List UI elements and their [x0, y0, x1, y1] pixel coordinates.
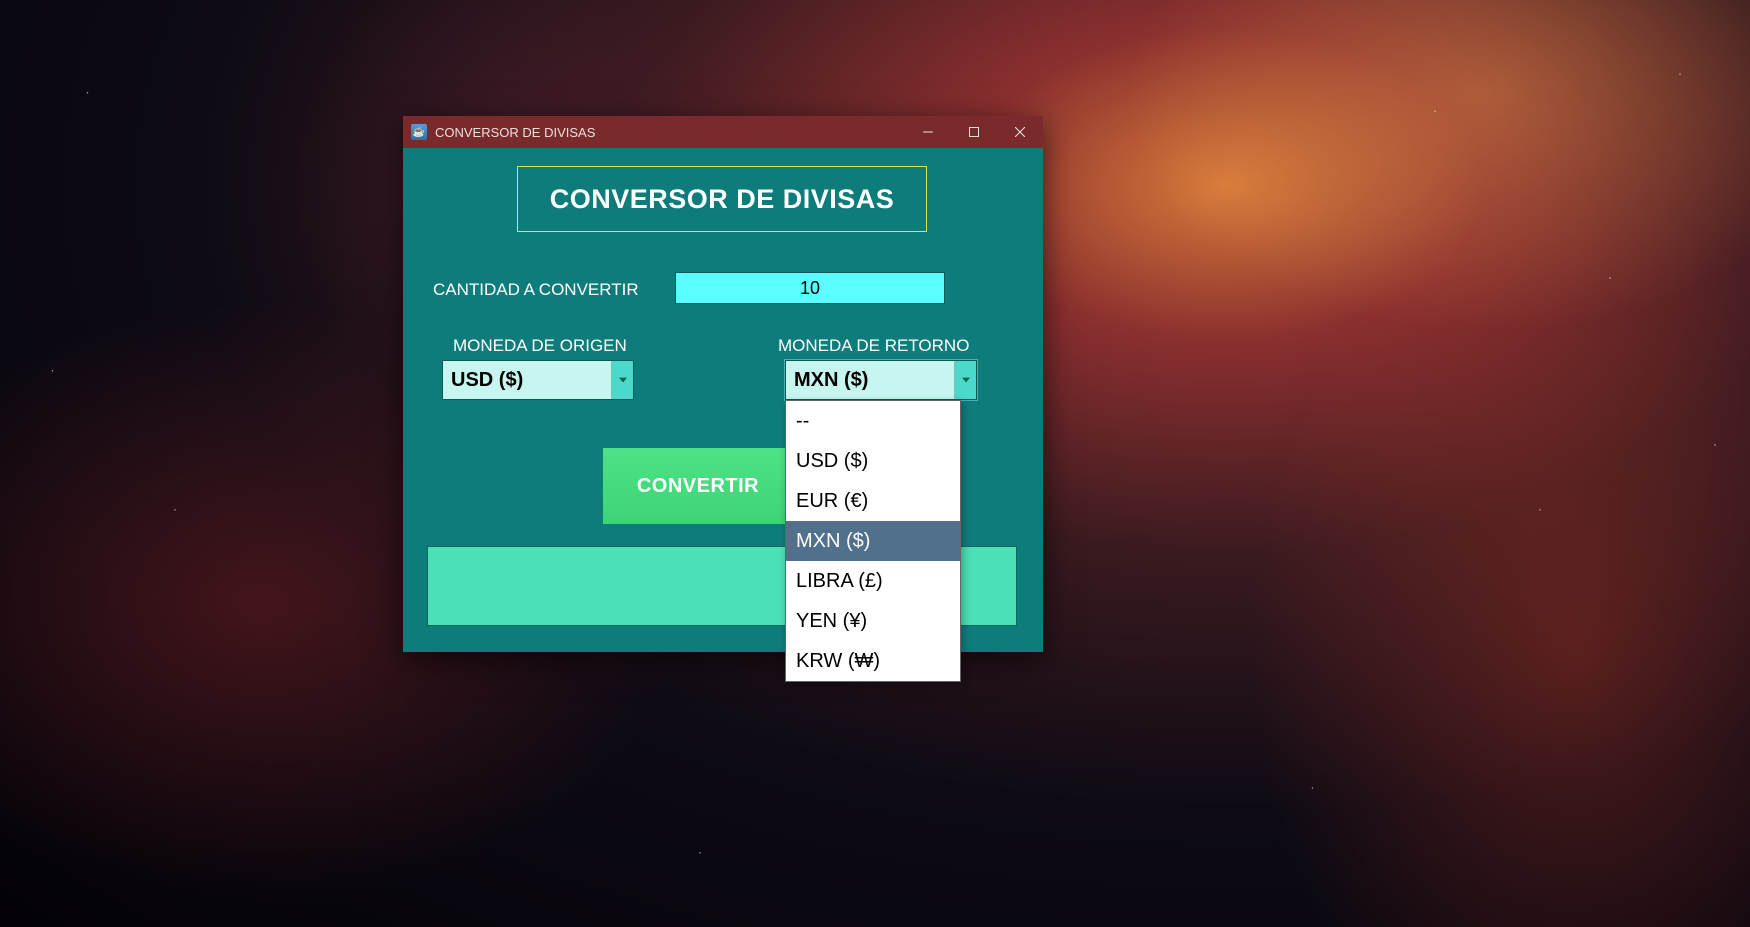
heading-box: CONVERSOR DE DIVISAS — [517, 166, 927, 232]
label-retorno: MONEDA DE RETORNO — [778, 336, 969, 356]
maximize-button[interactable] — [951, 116, 997, 148]
label-cantidad: CANTIDAD A CONVERTIR — [433, 280, 639, 300]
label-origen: MONEDA DE ORIGEN — [453, 336, 627, 356]
amount-input[interactable] — [675, 272, 945, 304]
dropdown-option[interactable]: YEN (¥) — [786, 601, 960, 641]
close-icon — [1015, 127, 1025, 137]
dropdown-option[interactable]: MXN ($) — [786, 521, 960, 561]
minimize-icon — [923, 127, 933, 137]
dropdown-option[interactable]: LIBRA (£) — [786, 561, 960, 601]
app-window: ☕ CONVERSOR DE DIVISAS CONVERSOR DE DIVI… — [403, 116, 1043, 652]
maximize-icon — [969, 127, 979, 137]
dropdown-option[interactable]: -- — [786, 401, 960, 441]
window-title: CONVERSOR DE DIVISAS — [435, 125, 905, 140]
java-icon: ☕ — [411, 124, 427, 140]
origen-selected-text: USD ($) — [443, 369, 611, 392]
chevron-down-icon — [611, 361, 633, 399]
heading-text: CONVERSOR DE DIVISAS — [550, 184, 895, 215]
dropdown-option[interactable]: USD ($) — [786, 441, 960, 481]
window-content: CONVERSOR DE DIVISAS CANTIDAD A CONVERTI… — [403, 148, 1043, 652]
retorno-selected-text: MXN ($) — [786, 369, 954, 392]
retorno-dropdown-list[interactable]: -- USD ($) EUR (€) MXN ($) LIBRA (£) YEN… — [785, 400, 961, 682]
titlebar[interactable]: ☕ CONVERSOR DE DIVISAS — [403, 116, 1043, 148]
chevron-down-icon — [954, 361, 976, 399]
dropdown-option[interactable]: KRW (₩) — [786, 641, 960, 681]
dropdown-option[interactable]: EUR (€) — [786, 481, 960, 521]
retorno-combobox[interactable]: MXN ($) — [785, 360, 977, 400]
close-button[interactable] — [997, 116, 1043, 148]
origen-combobox[interactable]: USD ($) — [442, 360, 634, 400]
minimize-button[interactable] — [905, 116, 951, 148]
convert-button[interactable]: CONVERTIR — [603, 448, 793, 524]
